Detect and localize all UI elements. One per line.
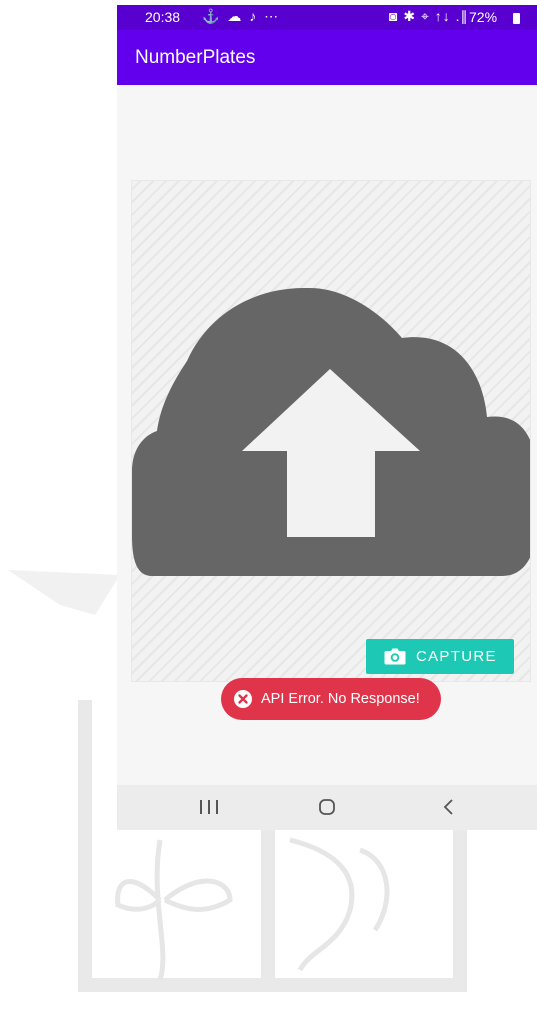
status-time: 20:38 (145, 9, 181, 25)
battery-percentage: 72% (469, 9, 498, 25)
notification-icons: ⚓ ☁ ♪ ⋯ (202, 8, 281, 24)
app-bar: NumberPlates (117, 30, 537, 85)
error-message: API Error. No Response! (261, 691, 420, 707)
capture-button[interactable]: CAPTURE (366, 639, 514, 674)
system-status-icons: ◙ ✱ ⌖ ↑↓ .∥ (389, 8, 469, 24)
status-bar: 20:38 ⚓ ☁ ♪ ⋯ ◙ ✱ ⌖ ↑↓ .∥ 72% (117, 5, 537, 30)
back-icon[interactable] (429, 793, 469, 821)
camera-icon (384, 648, 406, 665)
navigation-bar (117, 785, 537, 830)
home-icon[interactable] (307, 793, 347, 821)
cloud-upload-icon (132, 287, 530, 576)
battery-icon (513, 13, 520, 24)
error-x-icon (234, 690, 252, 708)
image-preview-area[interactable] (131, 180, 531, 682)
error-toast: API Error. No Response! (221, 678, 441, 720)
app-title: NumberPlates (135, 47, 256, 68)
recent-apps-icon[interactable] (189, 793, 229, 821)
capture-label: CAPTURE (416, 648, 497, 665)
phone-screen: 20:38 ⚓ ☁ ♪ ⋯ ◙ ✱ ⌖ ↑↓ .∥ 72% NumberPlat… (117, 5, 537, 830)
